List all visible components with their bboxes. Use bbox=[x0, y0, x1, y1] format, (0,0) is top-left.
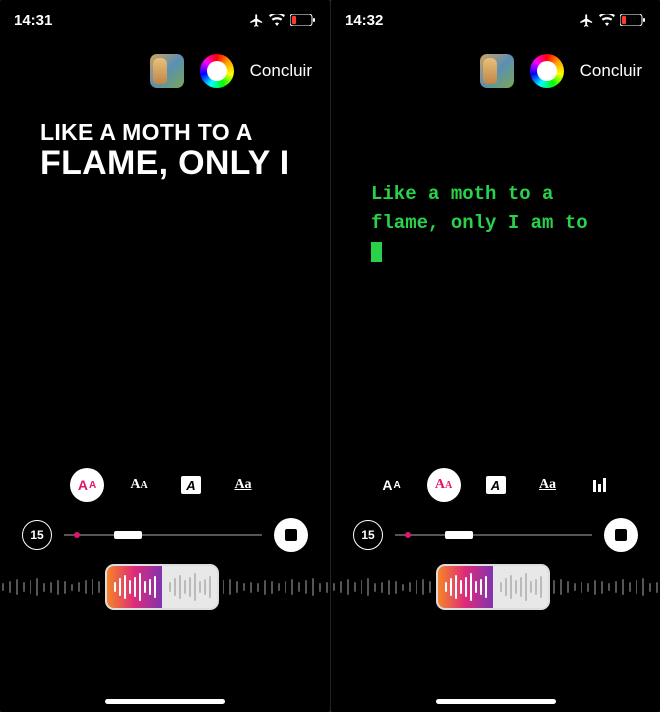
clock: 14:31 bbox=[14, 12, 52, 29]
font-style-bold[interactable]: AA bbox=[375, 468, 409, 502]
lyric-text[interactable]: Like a moth to a flame, only I am to bbox=[371, 180, 620, 266]
status-icons bbox=[579, 13, 646, 28]
color-picker-button[interactable] bbox=[530, 54, 564, 88]
font-style-boxed[interactable]: A bbox=[479, 468, 513, 502]
lyric-line-2: flame, only I bbox=[40, 145, 290, 182]
font-style-boxed[interactable]: A bbox=[174, 468, 208, 502]
album-thumbnail[interactable] bbox=[480, 54, 514, 88]
status-bar: 14:31 bbox=[0, 0, 330, 40]
lyric-canvas[interactable]: Like a moth to a flame, only I am to bbox=[331, 120, 660, 206]
done-button[interactable]: Concluir bbox=[580, 61, 642, 81]
home-indicator[interactable] bbox=[105, 699, 225, 704]
airplane-icon bbox=[579, 13, 594, 28]
font-style-row: AA AA A Aa bbox=[0, 468, 330, 502]
font-style-underline[interactable]: Aa bbox=[531, 468, 565, 502]
font-style-serif[interactable]: AA bbox=[122, 468, 156, 502]
wifi-icon bbox=[269, 14, 285, 26]
font-style-bars[interactable] bbox=[583, 468, 617, 502]
editor-toolbar: Concluir bbox=[331, 40, 660, 94]
timeline-slider[interactable] bbox=[64, 534, 262, 536]
album-thumbnail[interactable] bbox=[150, 54, 184, 88]
duration-button[interactable]: 15 bbox=[22, 520, 52, 550]
story-editor-left: 14:31 Concluir Like a moth to a flame, o… bbox=[0, 0, 330, 712]
font-style-bold[interactable]: AA bbox=[70, 468, 104, 502]
lyric-line-1: Like a moth to a bbox=[40, 120, 290, 145]
selected-clip[interactable] bbox=[105, 564, 219, 610]
timeline-slider[interactable] bbox=[395, 534, 592, 536]
selected-clip[interactable] bbox=[436, 564, 550, 610]
stop-button[interactable] bbox=[604, 518, 638, 552]
lyric-line-2: flame, only I am to bbox=[371, 212, 588, 234]
lyric-line-1: Like a moth to a bbox=[371, 183, 553, 205]
done-button[interactable]: Concluir bbox=[250, 61, 312, 81]
music-scrubber[interactable] bbox=[0, 562, 330, 612]
stop-button[interactable] bbox=[274, 518, 308, 552]
airplane-icon bbox=[249, 13, 264, 28]
wifi-icon bbox=[599, 14, 615, 26]
status-icons bbox=[249, 13, 316, 28]
text-cursor bbox=[371, 242, 382, 262]
music-scrubber[interactable] bbox=[331, 562, 660, 612]
duration-button[interactable]: 15 bbox=[353, 520, 383, 550]
timeline-row: 15 bbox=[331, 518, 660, 552]
home-indicator[interactable] bbox=[436, 699, 556, 704]
lyric-text[interactable]: Like a moth to a flame, only I bbox=[40, 120, 290, 183]
timeline-row: 15 bbox=[0, 518, 330, 552]
battery-icon bbox=[620, 14, 646, 26]
editor-toolbar: Concluir bbox=[0, 40, 330, 94]
font-style-underline[interactable]: Aa bbox=[226, 468, 260, 502]
story-editor-right: 14:32 Concluir Like a moth to a flame, o… bbox=[330, 0, 660, 712]
battery-icon bbox=[290, 14, 316, 26]
status-bar: 14:32 bbox=[331, 0, 660, 40]
font-style-serif[interactable]: AA bbox=[427, 468, 461, 502]
lyric-canvas[interactable]: Like a moth to a flame, only I bbox=[0, 120, 330, 183]
clock: 14:32 bbox=[345, 12, 383, 29]
font-style-row: AA AA A Aa bbox=[331, 468, 660, 502]
color-picker-button[interactable] bbox=[200, 54, 234, 88]
